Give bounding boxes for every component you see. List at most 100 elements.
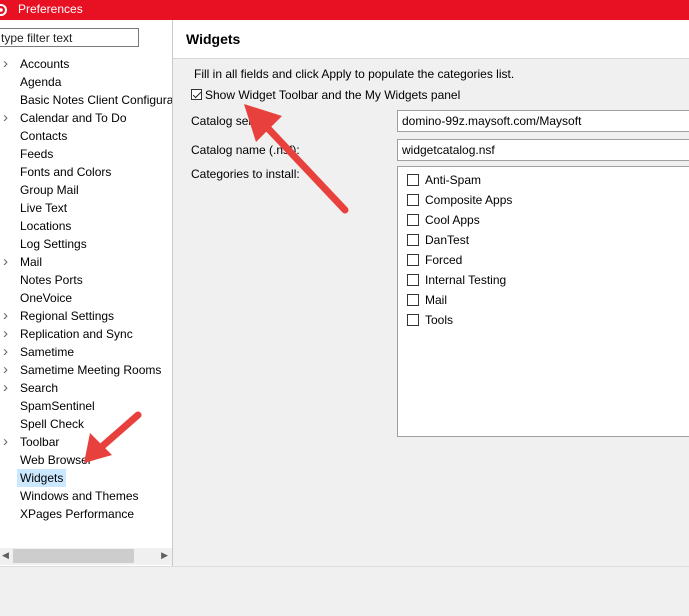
category-item[interactable]: Mail xyxy=(407,290,447,308)
tree-item[interactable]: OneVoice xyxy=(0,289,172,307)
tree-item[interactable]: SpamSentinel xyxy=(0,397,172,415)
categories-list: Anti-Spam Composite Apps Cool Apps DanTest F… xyxy=(397,166,689,437)
tree-item[interactable]: › Search xyxy=(0,379,172,397)
tree-item-label: Web Browser xyxy=(20,453,92,467)
category-checkbox[interactable] xyxy=(407,173,419,186)
page-title: Widgets xyxy=(186,31,241,47)
category-item[interactable]: Cool Apps xyxy=(407,210,480,228)
tree-item[interactable]: › Replication and Sync xyxy=(0,325,172,343)
tree-item[interactable]: › Sametime xyxy=(0,343,172,361)
show-toolbar-option[interactable]: Show Widget Toolbar and the My Widgets p… xyxy=(191,87,460,103)
category-checkbox[interactable] xyxy=(407,253,419,266)
tree-item-label: Spell Check xyxy=(20,417,85,431)
tree-item[interactable]: Widgets xyxy=(0,469,172,487)
tree-item[interactable]: Feeds xyxy=(0,145,172,163)
preference-page: Widgets Fill in all fields and click App… xyxy=(173,20,689,566)
tree-item-label: Toolbar xyxy=(20,435,60,449)
tree-item[interactable]: Group Mail xyxy=(0,181,172,199)
category-item[interactable]: Forced xyxy=(407,250,462,268)
category-item[interactable]: DanTest xyxy=(407,230,469,248)
expand-chevron-icon[interactable]: › xyxy=(3,254,13,269)
expand-chevron-icon[interactable]: › xyxy=(3,380,13,395)
filter-input[interactable] xyxy=(0,28,139,47)
expand-chevron-icon[interactable]: › xyxy=(3,326,13,341)
tree-item[interactable]: › Accounts xyxy=(0,55,172,73)
category-item[interactable]: Anti-Spam xyxy=(407,170,481,188)
category-label: Forced xyxy=(425,252,463,267)
tree-item[interactable]: Web Browser xyxy=(0,451,172,469)
tree-item[interactable]: Basic Notes Client Configura xyxy=(0,91,172,109)
tree-item[interactable]: Agenda xyxy=(0,73,172,91)
tree-item[interactable]: › Sametime Meeting Rooms xyxy=(0,361,172,379)
tree-item-label: Fonts and Colors xyxy=(20,165,112,179)
tree-item-label: Accounts xyxy=(20,57,70,71)
tree-item[interactable]: Locations xyxy=(0,217,172,235)
expand-chevron-icon[interactable]: › xyxy=(3,56,13,71)
instructions-text: Fill in all fields and click Apply to po… xyxy=(194,67,515,81)
tree-item-label: Windows and Themes xyxy=(20,489,139,503)
category-checkbox[interactable] xyxy=(407,193,419,206)
catalog-name-label: Catalog name (.nsf): xyxy=(191,143,300,157)
expand-chevron-icon[interactable]: › xyxy=(3,434,13,449)
tree-item-label: Group Mail xyxy=(20,183,79,197)
tree-item-label: Sametime xyxy=(20,345,75,359)
category-item[interactable]: Composite Apps xyxy=(407,190,512,208)
tree-item[interactable]: Windows and Themes xyxy=(0,487,172,505)
tree-item-label: Notes Ports xyxy=(20,273,83,287)
horizontal-scrollbar[interactable]: ◀ ▶ xyxy=(0,548,172,565)
tree-item[interactable]: Contacts xyxy=(0,127,172,145)
tree-item-label: Widgets xyxy=(17,469,67,487)
tree-item[interactable]: › Calendar and To Do xyxy=(0,109,172,127)
page-header: Widgets xyxy=(173,20,689,59)
catalog-name-input[interactable] xyxy=(397,139,689,161)
show-toolbar-label: Show Widget Toolbar and the My Widgets p… xyxy=(205,87,461,102)
expand-chevron-icon[interactable]: › xyxy=(3,308,13,323)
tree-item[interactable]: Log Settings xyxy=(0,235,172,253)
show-toolbar-checkbox[interactable] xyxy=(191,89,202,101)
tree-item-label: Sametime Meeting Rooms xyxy=(20,363,162,377)
tree-item[interactable]: › Toolbar xyxy=(0,433,172,451)
scrollbar-thumb[interactable] xyxy=(13,549,134,563)
category-checkbox[interactable] xyxy=(407,213,419,226)
catalog-server-input[interactable] xyxy=(397,110,689,132)
catalog-server-label: Catalog server: xyxy=(191,114,273,128)
tree-item-label: Live Text xyxy=(20,201,68,215)
category-checkbox[interactable] xyxy=(407,233,419,246)
tree-item[interactable]: › Regional Settings xyxy=(0,307,172,325)
category-item[interactable]: Internal Testing xyxy=(407,270,506,288)
category-label: Mail xyxy=(425,292,448,307)
expand-chevron-icon[interactable]: › xyxy=(3,344,13,359)
category-item[interactable]: Tools xyxy=(407,310,453,328)
categories-label: Categories to install: xyxy=(191,167,300,181)
tree-item-label: Agenda xyxy=(20,75,62,89)
tree-item[interactable]: › Mail xyxy=(0,253,172,271)
tree-item-label: Contacts xyxy=(20,129,68,143)
app-gear-icon xyxy=(0,4,7,16)
category-label: Composite Apps xyxy=(425,192,513,207)
tree-item[interactable]: Fonts and Colors xyxy=(0,163,172,181)
tree-item-label: Log Settings xyxy=(20,237,87,251)
scroll-left-icon[interactable]: ◀ xyxy=(2,550,9,561)
expand-chevron-icon[interactable]: › xyxy=(3,110,13,125)
category-label: DanTest xyxy=(425,232,470,247)
category-label: Tools xyxy=(425,312,454,327)
scroll-right-icon[interactable]: ▶ xyxy=(161,550,168,561)
tree-item[interactable]: Notes Ports xyxy=(0,271,172,289)
category-checkbox[interactable] xyxy=(407,273,419,286)
tree-item-label: Replication and Sync xyxy=(20,327,133,341)
button-bar xyxy=(0,566,689,616)
tree-item[interactable]: Live Text xyxy=(0,199,172,217)
category-checkbox[interactable] xyxy=(407,293,419,306)
tree-item-label: Basic Notes Client Configura xyxy=(20,93,173,107)
tree-item-label: Mail xyxy=(20,255,43,269)
category-checkbox[interactable] xyxy=(407,313,419,326)
tree-item[interactable]: Spell Check xyxy=(0,415,172,433)
tree-item-label: Calendar and To Do xyxy=(20,111,127,125)
tree-item-label: SpamSentinel xyxy=(20,399,95,413)
tree-item[interactable]: XPages Performance xyxy=(0,505,172,523)
tree-item-label: Regional Settings xyxy=(20,309,115,323)
expand-chevron-icon[interactable]: › xyxy=(3,362,13,377)
tree-item-label: OneVoice xyxy=(20,291,73,305)
window-title: Preferences xyxy=(18,2,83,16)
tree-item-label: Locations xyxy=(20,219,72,233)
